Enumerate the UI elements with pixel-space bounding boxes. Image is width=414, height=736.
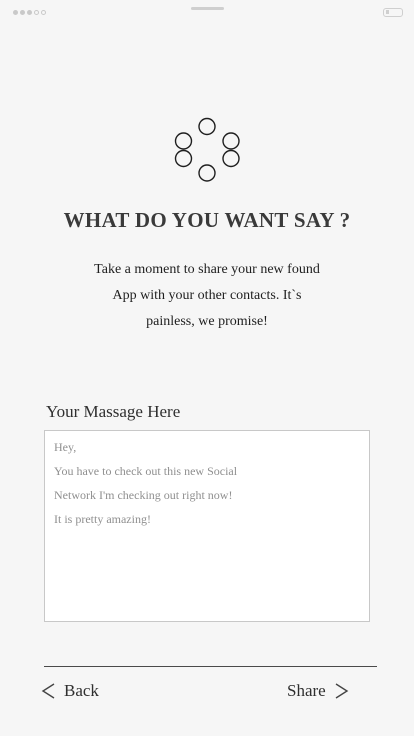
intro-line: App with your other contacts. It`s — [112, 288, 302, 303]
chevron-left-icon — [41, 683, 55, 699]
intro-line: Take a moment to share your new found — [94, 262, 320, 277]
back-button-label: Back — [64, 681, 99, 700]
chevron-right-icon — [335, 683, 349, 699]
circle-cluster-icon — [174, 117, 240, 182]
message-textarea[interactable]: Hey, You have to check out this new Soci… — [44, 430, 370, 622]
signal-icon — [13, 10, 46, 15]
share-button[interactable]: Share — [287, 681, 350, 701]
message-label: Your Massage Here — [46, 402, 181, 421]
footer-divider — [44, 666, 377, 667]
message-line: It is pretty amazing! — [54, 512, 151, 526]
message-line: Network I'm checking out right now! — [54, 488, 233, 502]
message-line: Hey, — [54, 440, 77, 454]
intro-line: painless, we promise! — [146, 314, 268, 329]
share-screen: WHAT DO YOU WANT SAY ? Take a moment to … — [0, 0, 414, 736]
battery-icon — [383, 8, 403, 17]
share-button-label: Share — [287, 681, 326, 700]
message-line: You have to check out this new Social — [54, 464, 238, 478]
notch-indicator — [191, 7, 224, 10]
intro-text: Take a moment to share your new found Ap… — [62, 257, 352, 335]
back-button[interactable]: Back — [40, 681, 99, 701]
page-title: WHAT DO YOU WANT SAY ? — [63, 208, 351, 232]
